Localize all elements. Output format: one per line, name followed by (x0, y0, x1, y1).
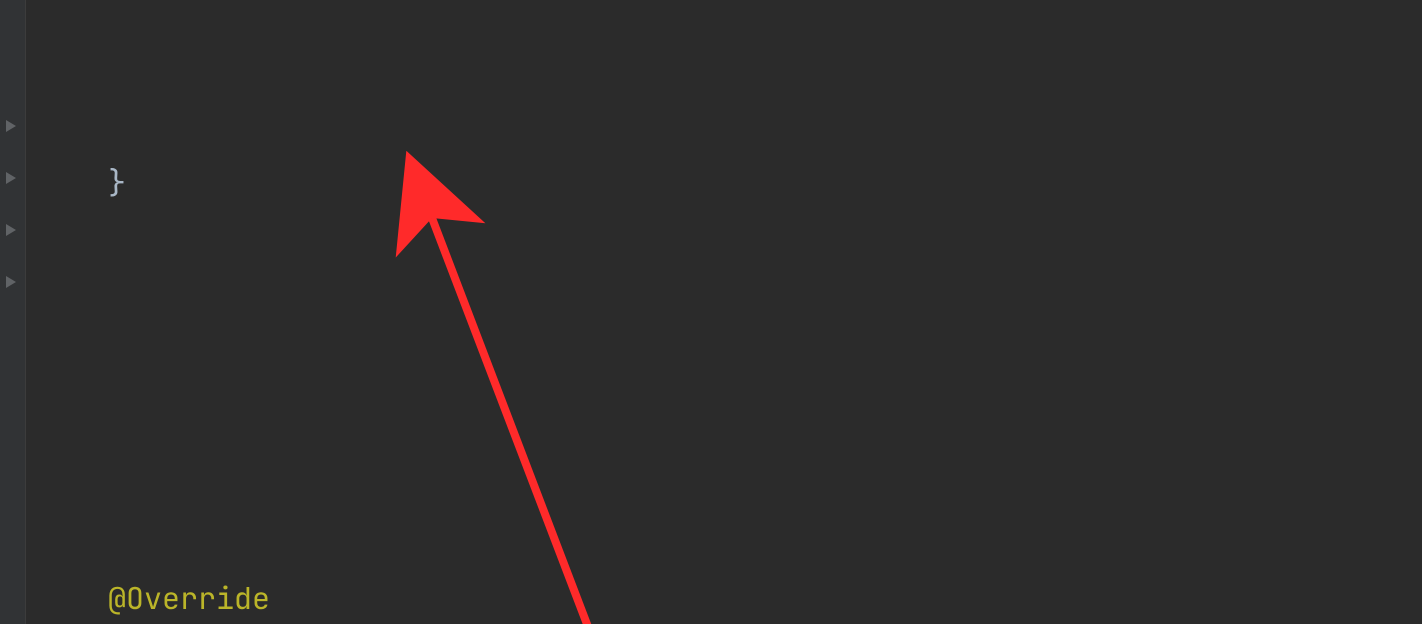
code-line[interactable]: } (26, 156, 1422, 208)
gutter-marker-icon (4, 170, 20, 186)
code-editor[interactable]: } @Override @Transactional public int de… (26, 0, 1422, 624)
code-line[interactable] (26, 364, 1422, 416)
editor-gutter (0, 0, 26, 624)
gutter-marker-icon (4, 222, 20, 238)
gutter-marker-icon (4, 118, 20, 134)
brace-token: } (108, 162, 126, 202)
annotation-token: @Override (108, 578, 270, 618)
gutter-marker-icon (4, 274, 20, 290)
code-line[interactable]: @Override (26, 572, 1422, 624)
